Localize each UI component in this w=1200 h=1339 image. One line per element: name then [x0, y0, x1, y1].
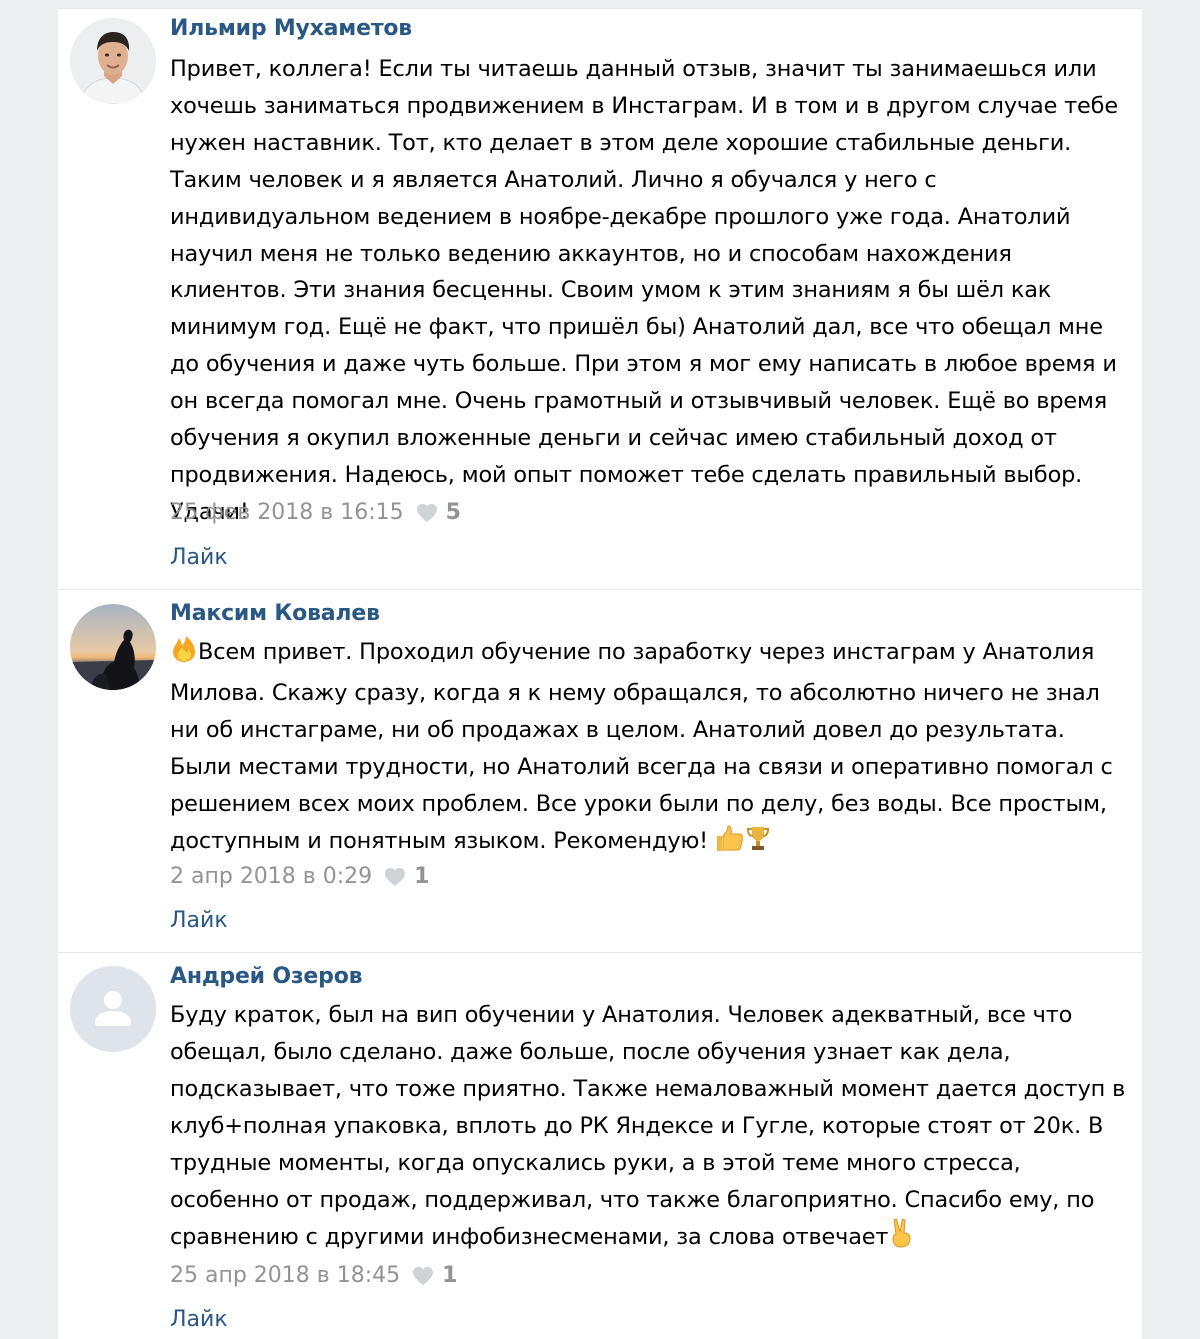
- comments-card: Ильмир Мухаметов Привет, коллега! Если т…: [58, 0, 1142, 1339]
- heart-icon: [385, 867, 406, 886]
- comment-date[interactable]: 2 апр 2018 в 0:29: [170, 864, 372, 889]
- comment-text-body: Всем привет. Проходил обучение по зарабо…: [170, 639, 1113, 854]
- card-top-edge: [58, 0, 1142, 9]
- likes-count: 5: [445, 500, 461, 525]
- comment-meta: 2 апр 2018 в 0:29 1: [170, 864, 429, 889]
- heart-icon: [413, 1266, 434, 1285]
- comment-text: Всем привет. Проходил обучение по зарабо…: [170, 634, 1130, 863]
- comment-meta: 25 апр 2018 в 18:45 1: [170, 1263, 457, 1288]
- comment-date[interactable]: 25 апр 2018 в 18:45: [170, 1263, 400, 1288]
- user-photo-sunset-icon: [70, 604, 156, 690]
- comment-date[interactable]: 25 фев 2018 в 16:15: [170, 500, 404, 525]
- likes-count: 1: [442, 1263, 458, 1288]
- like-button[interactable]: Лайк: [170, 545, 228, 570]
- comment-text: Буду краток, был на вип обучении у Анато…: [170, 997, 1130, 1260]
- comment-meta: 25 фев 2018 в 16:15 5: [170, 500, 461, 525]
- avatar[interactable]: [70, 18, 156, 104]
- comment-author[interactable]: Андрей Озеров: [170, 964, 363, 989]
- comment-text-body: Буду краток, был на вип обучении у Анато…: [170, 1002, 1126, 1251]
- likes-counter[interactable]: 5: [416, 500, 461, 525]
- comment-divider: [58, 952, 1142, 953]
- fire-emoji-icon: [170, 635, 198, 675]
- default-user-placeholder-icon: [70, 966, 156, 1052]
- avatar[interactable]: [70, 604, 156, 690]
- user-photo-icon: [70, 18, 156, 104]
- like-button[interactable]: Лайк: [170, 908, 228, 933]
- likes-counter[interactable]: 1: [384, 864, 429, 889]
- comment-text: Привет, коллега! Если ты читаешь данный …: [170, 56, 1118, 525]
- like-button[interactable]: Лайк: [170, 1307, 228, 1332]
- likes-count: 1: [414, 864, 430, 889]
- trophy-emoji-icon: [744, 824, 772, 864]
- likes-counter[interactable]: 1: [412, 1263, 457, 1288]
- victory-hand-emoji-icon: [888, 1218, 914, 1260]
- comment-author[interactable]: Максим Ковалев: [170, 601, 380, 626]
- heart-icon: [416, 503, 437, 522]
- comment-author[interactable]: Ильмир Мухаметов: [170, 16, 412, 41]
- comment-divider: [58, 589, 1142, 590]
- thumbs-up-emoji-icon: [714, 824, 744, 864]
- avatar[interactable]: [70, 966, 156, 1052]
